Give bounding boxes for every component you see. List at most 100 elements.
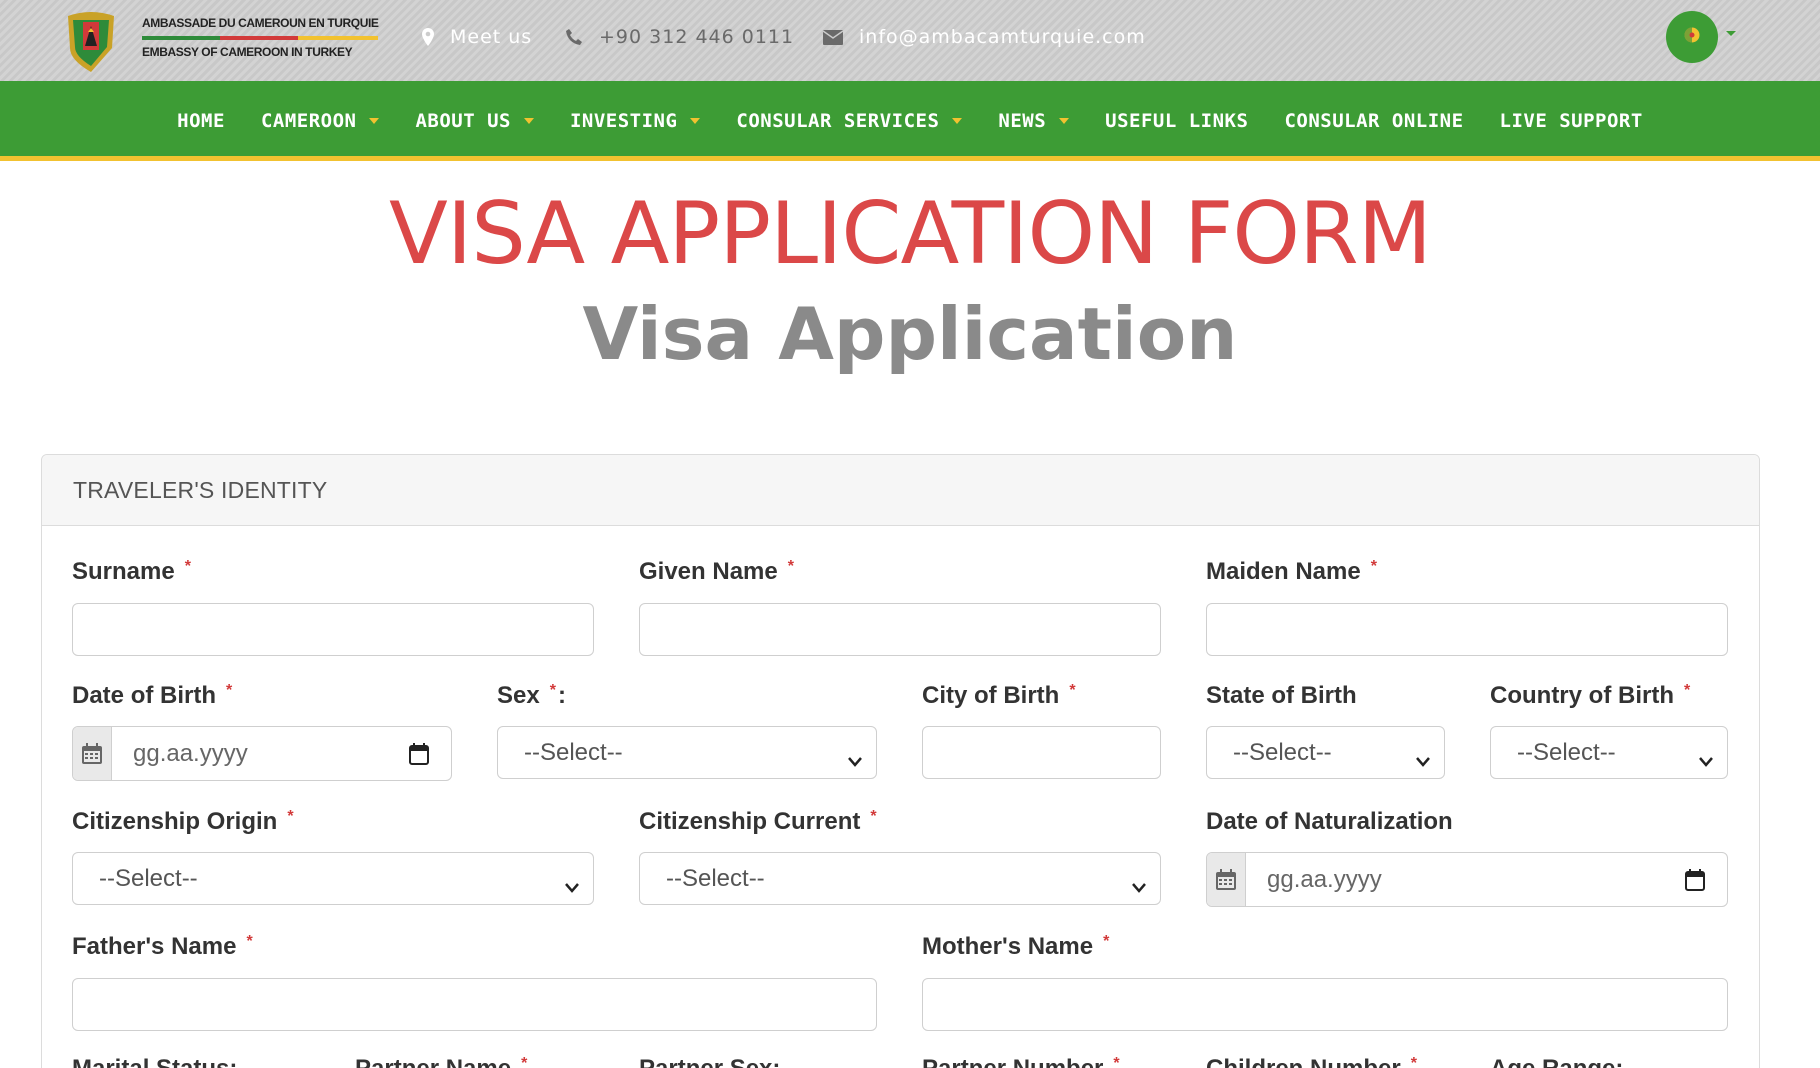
flag-color-rule [142, 36, 378, 40]
partner-number-label: Partner Number * [922, 1055, 1120, 1068]
top-bar: AMBASSADE DU CAMEROUN EN TURQUIE EMBASSY… [0, 0, 1820, 81]
dob-label-text: Date of Birth [72, 682, 216, 709]
chevron-down-icon [1059, 118, 1070, 124]
calendar-picker-icon[interactable] [409, 743, 429, 769]
surname-input[interactable] [72, 603, 594, 656]
phone-icon [565, 28, 583, 46]
mother-name-label: Mother's Name * [922, 933, 1109, 961]
partner-sex-label: Partner Sex: [639, 1055, 780, 1068]
nav-item-consular-services[interactable]: CONSULAR SERVICES [736, 110, 963, 132]
city-of-birth-label-text: City of Birth [922, 682, 1060, 709]
page-title: VISA APPLICATION FORM [389, 184, 1432, 284]
email-link[interactable]: info@ambacamturquie.com [823, 26, 1146, 48]
mother-name-label-text: Mother's Name [922, 933, 1094, 960]
state-of-birth-select[interactable]: --Select-- [1206, 726, 1445, 779]
age-range-label: Age Range: [1490, 1055, 1623, 1068]
citizenship-origin-label: Citizenship Origin * [72, 808, 294, 836]
nav-item-label: LIVE SUPPORT [1499, 110, 1643, 132]
chevron-down-icon [1416, 746, 1430, 774]
sex-label-text: Sex [497, 682, 540, 709]
required-asterisk: * [184, 558, 191, 575]
nav-item-label: NEWS [998, 110, 1047, 132]
country-of-birth-label-text: Country of Birth [1490, 682, 1674, 709]
father-name-label-text: Father's Name [72, 933, 237, 960]
phone-link[interactable]: +90 312 446 0111 [565, 26, 794, 48]
children-number-label: Children Number * [1206, 1055, 1417, 1068]
father-name-input[interactable] [72, 978, 877, 1031]
maiden-name-input[interactable] [1206, 603, 1728, 656]
main-navigation: HOME CAMEROON ABOUT US INVESTING CONSULA… [0, 81, 1820, 161]
father-name-label: Father's Name * [72, 933, 253, 961]
marital-status-label: Marital Status: [72, 1055, 237, 1068]
panel-header: TRAVELER'S IDENTITY [42, 455, 1759, 526]
country-of-birth-select[interactable]: --Select-- [1490, 726, 1728, 779]
nav-menu: HOME CAMEROON ABOUT US INVESTING CONSULA… [0, 81, 1820, 161]
required-asterisk: * [870, 808, 877, 825]
nav-item-label: CONSULAR ONLINE [1284, 110, 1464, 132]
calendar-picker-icon[interactable] [1685, 869, 1705, 895]
embassy-name[interactable]: AMBASSADE DU CAMEROUN EN TURQUIE EMBASSY… [142, 16, 379, 59]
citizenship-current-value: --Select-- [666, 864, 765, 892]
chevron-down-icon [952, 118, 963, 124]
given-name-input[interactable] [639, 603, 1161, 656]
required-asterisk: * [1370, 558, 1377, 575]
calendar-addon-icon [73, 727, 112, 780]
nav-item-consular-online[interactable]: CONSULAR ONLINE [1284, 110, 1463, 132]
nav-item-about-us[interactable]: ABOUT US [415, 110, 534, 132]
nav-item-live-support[interactable]: LIVE SUPPORT [1500, 110, 1643, 132]
sex-label-colon: : [557, 682, 566, 709]
language-chevron-down-icon[interactable] [1726, 31, 1736, 36]
required-asterisk: * [1103, 933, 1110, 950]
given-name-label: Given Name * [639, 558, 794, 586]
required-asterisk: * [549, 682, 556, 699]
chevron-down-icon [848, 746, 862, 774]
map-marker-icon [422, 28, 434, 46]
surname-label: Surname * [72, 558, 191, 586]
citizenship-origin-select[interactable]: --Select-- [72, 852, 594, 905]
partner-name-label-text: Partner Name [355, 1055, 511, 1068]
required-asterisk: * [1113, 1055, 1120, 1068]
embassy-name-en: EMBASSY OF CAMEROON IN TURKEY [142, 45, 353, 59]
embassy-crest-logo[interactable] [64, 10, 118, 72]
required-asterisk: * [287, 808, 294, 825]
country-of-birth-label: Country of Birth * [1490, 682, 1690, 710]
meet-us-label: Meet us [450, 26, 533, 48]
citizenship-origin-label-text: Citizenship Origin [72, 808, 278, 835]
city-of-birth-input[interactable] [922, 726, 1161, 779]
nav-item-useful-links[interactable]: USEFUL LINKS [1105, 110, 1248, 132]
sex-label: Sex *: [497, 682, 566, 710]
dob-date-input[interactable]: gg.aa.yyyy [72, 726, 452, 781]
nav-item-investing[interactable]: INVESTING [570, 110, 701, 132]
given-name-label-text: Given Name [639, 558, 778, 585]
embassy-name-fr: AMBASSADE DU CAMEROUN EN TURQUIE [142, 16, 379, 30]
calendar-addon-icon [1207, 853, 1246, 906]
state-of-birth-value: --Select-- [1233, 738, 1332, 766]
language-selector-button[interactable] [1666, 11, 1718, 63]
maiden-name-label-text: Maiden Name [1206, 558, 1361, 585]
meet-us-link[interactable]: Meet us [422, 26, 532, 48]
sex-select[interactable]: --Select-- [497, 726, 877, 779]
nav-item-news[interactable]: NEWS [998, 110, 1070, 132]
naturalization-date-label: Date of Naturalization [1206, 808, 1453, 836]
section-title: TRAVELER'S IDENTITY [73, 477, 328, 503]
citizenship-current-select[interactable]: --Select-- [639, 852, 1161, 905]
required-asterisk: * [246, 933, 253, 950]
naturalization-date-input[interactable]: gg.aa.yyyy [1206, 852, 1728, 907]
dob-placeholder: gg.aa.yyyy [133, 740, 248, 767]
nav-item-cameroon[interactable]: CAMEROON [261, 110, 380, 132]
chevron-down-icon [523, 118, 534, 124]
state-of-birth-label-text: State of Birth [1206, 682, 1357, 709]
nav-item-label: HOME [177, 110, 225, 132]
chevron-down-icon [565, 872, 579, 900]
maiden-name-label: Maiden Name * [1206, 558, 1377, 586]
surname-label-text: Surname [72, 558, 175, 585]
naturalization-label-text: Date of Naturalization [1206, 808, 1453, 835]
cameroon-flag-icon [1684, 27, 1700, 47]
nav-item-home[interactable]: HOME [177, 110, 225, 132]
citizenship-current-label-text: Citizenship Current [639, 808, 861, 835]
chevron-down-icon [690, 118, 701, 124]
partner-number-label-text: Partner Number [922, 1055, 1103, 1068]
children-number-label-text: Children Number [1206, 1055, 1401, 1068]
mother-name-input[interactable] [922, 978, 1728, 1031]
required-asterisk: * [521, 1055, 528, 1068]
